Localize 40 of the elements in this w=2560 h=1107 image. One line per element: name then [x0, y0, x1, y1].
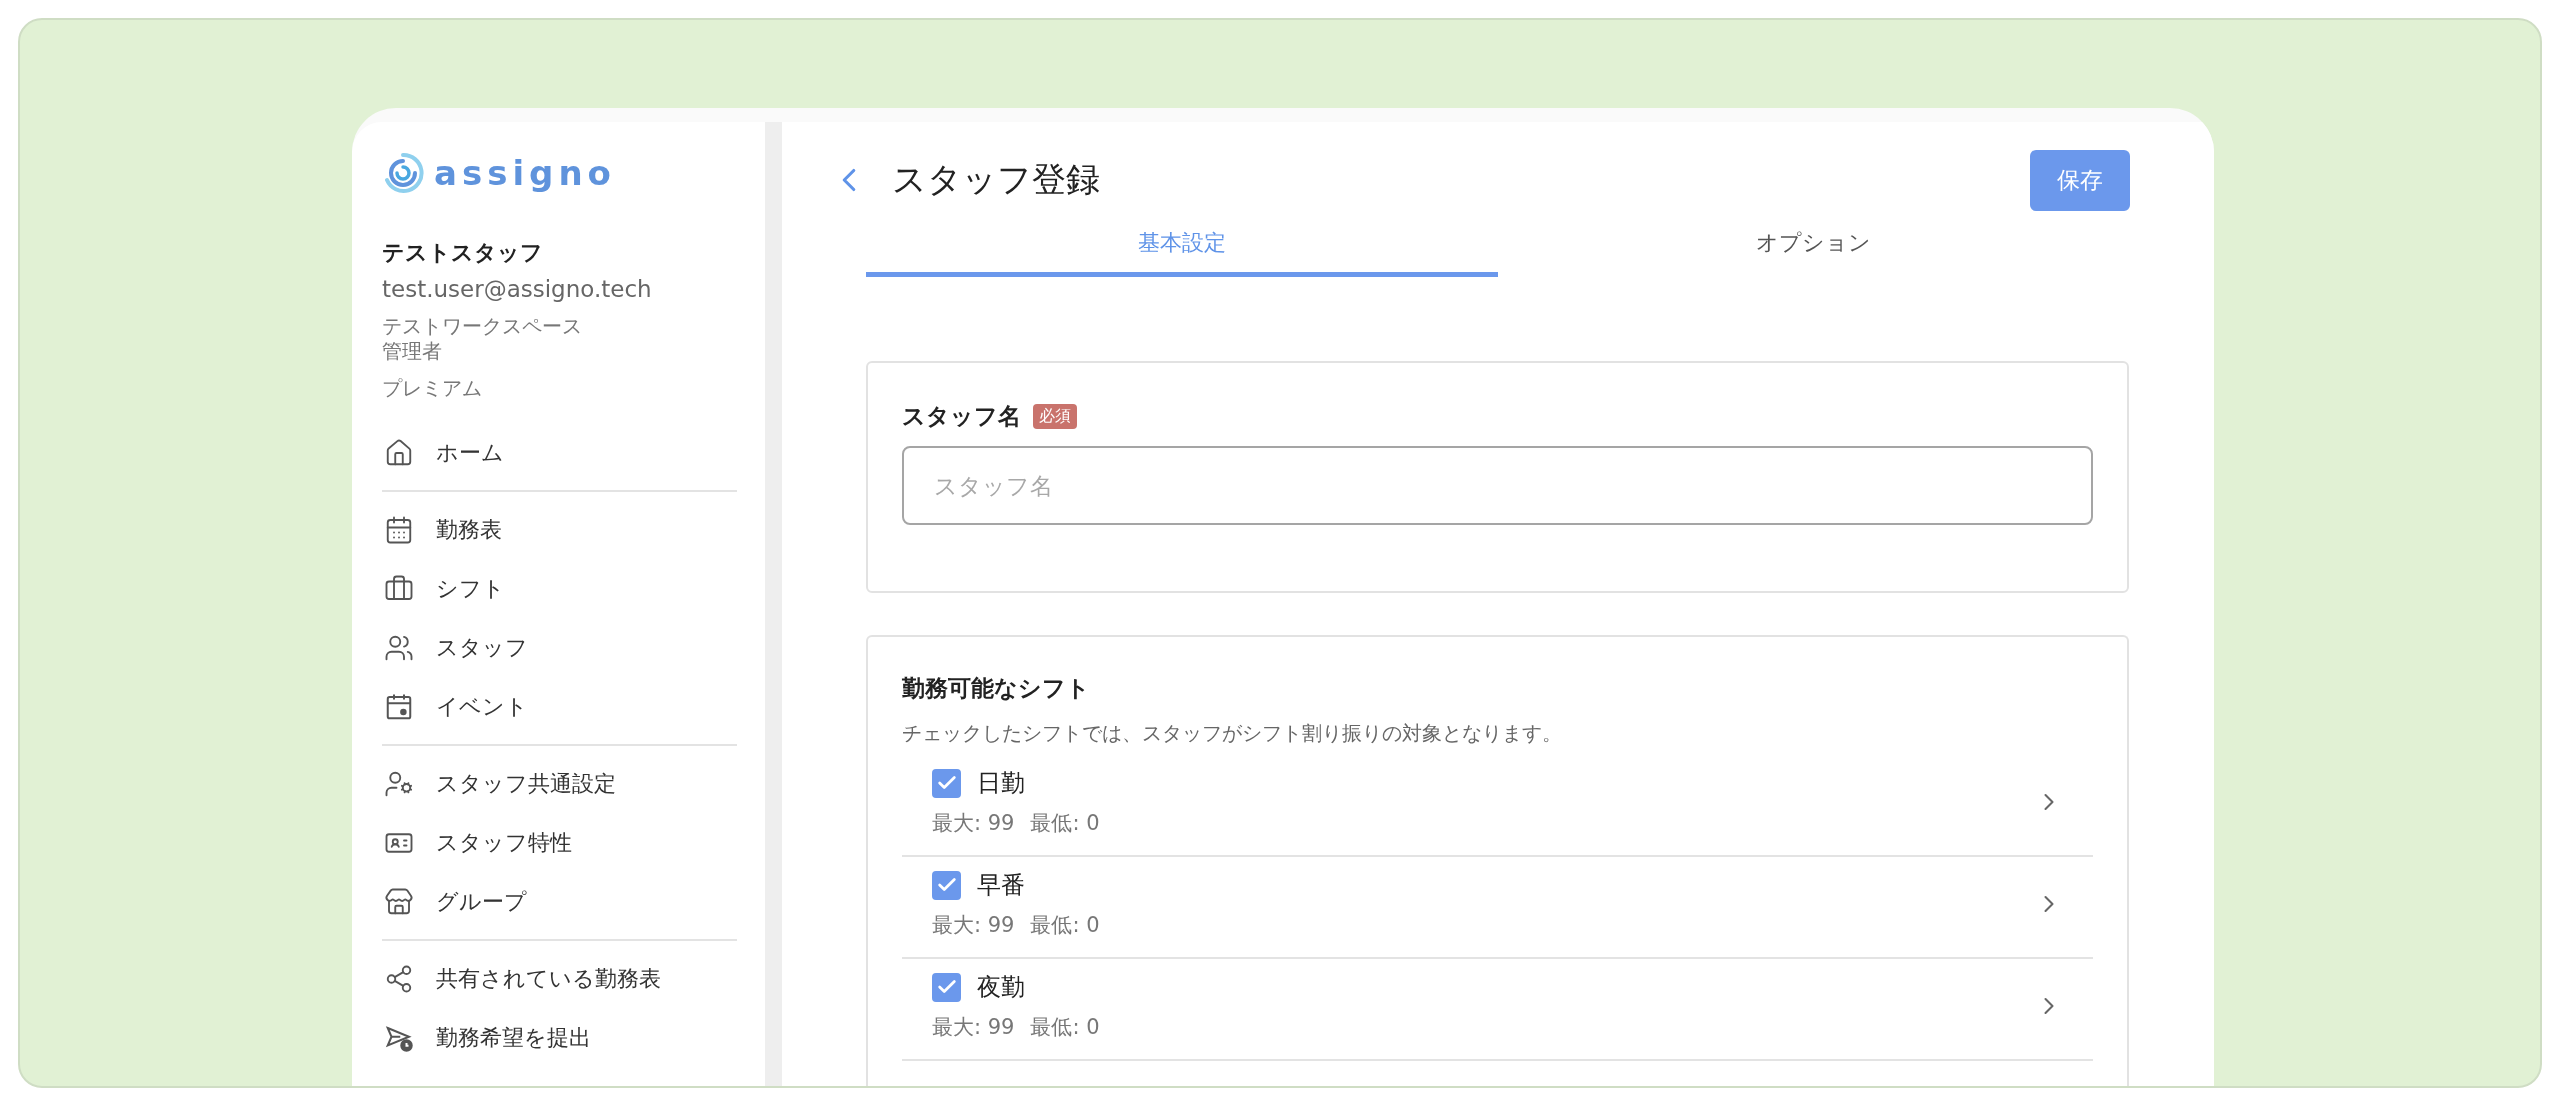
checkbox[interactable]	[932, 870, 961, 900]
checkbox[interactable]	[932, 972, 961, 1002]
nav-item[interactable]: 勤務表	[382, 500, 737, 559]
tab[interactable]: オプション	[1497, 228, 2129, 277]
user-role: 管理者	[382, 339, 443, 364]
plan-name: プレミアム	[382, 376, 483, 401]
logo-swirl-icon	[382, 152, 424, 194]
nav-item[interactable]: グループ	[382, 872, 737, 931]
shift-name: 早番	[977, 870, 1025, 901]
shift-min: 最低: 0	[1030, 912, 1100, 939]
calendar-icon	[384, 514, 414, 545]
nav-item[interactable]: 勤務希望を提出	[382, 1008, 737, 1067]
section-description: チェックしたシフトでは、スタッフがシフト割り振りの対象となります。	[902, 720, 1563, 747]
checkbox[interactable]	[932, 768, 961, 798]
workspace-name: テストワークスペース	[382, 314, 583, 339]
required-badge: 必須	[1033, 404, 1077, 429]
nav-item[interactable]: ホーム	[382, 423, 737, 482]
logo-text: assigno	[434, 153, 616, 193]
shift-name: 日勤	[977, 768, 1025, 799]
share-icon	[384, 963, 414, 994]
nav-item[interactable]: スタッフ共通設定	[382, 754, 737, 813]
user-email: test.user@assigno.tech	[382, 276, 653, 302]
section-title: 勤務可能なシフト	[902, 675, 1090, 701]
shift-max: 最大: 99	[932, 912, 1015, 939]
nav-item[interactable]: シフト	[382, 559, 737, 618]
nav-item[interactable]: スタッフ	[382, 618, 737, 677]
nav-item[interactable]: イベント	[382, 677, 737, 736]
staff-name-input[interactable]: スタッフ名	[902, 446, 2093, 525]
page-title: スタッフ登録	[892, 158, 1101, 201]
shift-max: 最大: 99	[932, 1014, 1015, 1041]
user-name: テストスタッフ	[382, 239, 544, 267]
store-icon	[384, 886, 414, 917]
nav-item[interactable]: スタッフ特性	[382, 813, 737, 872]
home-icon	[384, 437, 414, 468]
shift-name: 夜勤	[977, 972, 1025, 1003]
shift-max: 最大: 99	[932, 810, 1015, 837]
field-label: スタッフ名	[902, 402, 1021, 431]
shift-min: 最低: 0	[1030, 1014, 1100, 1041]
nav-item[interactable]: 共有されている勤務表	[382, 949, 737, 1008]
shift-min: 最低: 0	[1030, 810, 1100, 837]
